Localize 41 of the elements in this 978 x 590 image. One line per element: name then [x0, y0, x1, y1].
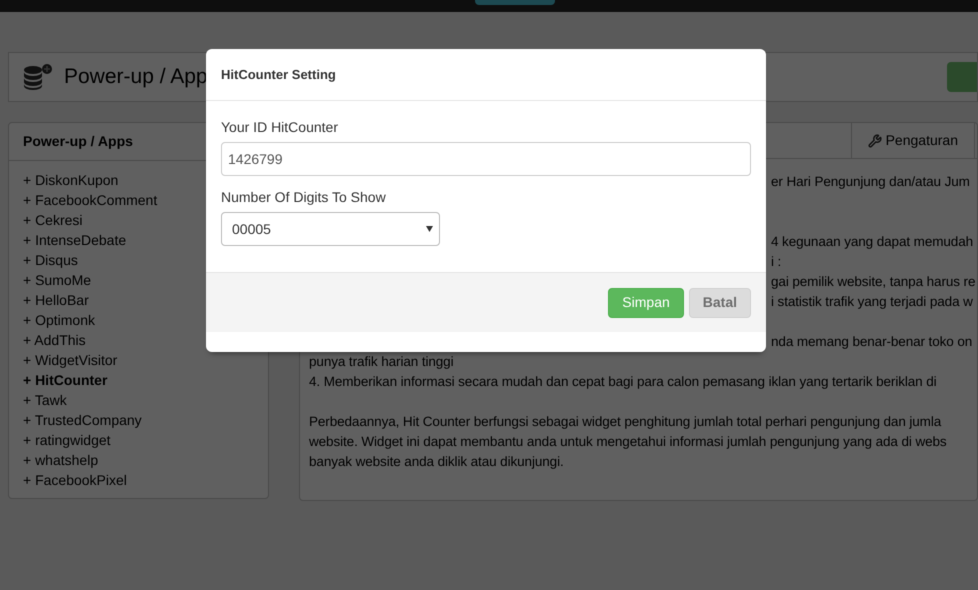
sidebar-title: Power-up / Apps	[23, 132, 133, 151]
settings-tab[interactable]: Pengaturan	[850, 123, 975, 158]
content-text: i statistik trafik yang terjadi pada w	[771, 294, 973, 309]
id-input-field[interactable]: 1426799	[221, 142, 751, 176]
field-label: Number Of Digits To Show	[221, 188, 386, 207]
content-text: website. Widget ini dapat membantu anda untuk mengetahui informasi jumlah pengunjung yang ada di webs	[309, 434, 947, 449]
sidebar-item[interactable]: + whatshelp	[23, 450, 98, 470]
content-text: gai pemilik website, tanpa harus re	[771, 274, 976, 289]
sidebar-item[interactable]: + DiskonKupon	[23, 170, 118, 190]
caret-icon	[426, 226, 433, 232]
sidebar-item[interactable]: + FacebookComment	[23, 190, 158, 210]
save-button[interactable]: Simpan	[608, 288, 684, 318]
content-text: nda memang benar-benar toko on	[771, 334, 972, 349]
sidebar-item[interactable]: + FacebookPixel	[23, 470, 127, 490]
field-label: Your ID HitCounter	[221, 118, 338, 137]
sidebar-item[interactable]: + HelloBar	[23, 290, 89, 310]
page-title: Power-up / App	[64, 64, 208, 90]
dialog-title: HitCounter Setting	[221, 66, 336, 84]
wrench-icon	[868, 134, 882, 148]
sidebar-item[interactable]: + IntenseDebate	[23, 230, 126, 250]
database-add-icon	[23, 64, 53, 90]
sidebar-item[interactable]: + Disqus	[23, 250, 78, 270]
sidebar-item[interactable]: + HitCounter	[23, 370, 108, 390]
sidebar-item[interactable]: + WidgetVisitor	[23, 350, 118, 370]
nav-tab[interactable]	[475, 0, 555, 5]
content-text: punya trafik harian tinggi	[309, 354, 454, 369]
sidebar-item[interactable]: + Cekresi	[23, 210, 83, 230]
content-text: i :	[771, 254, 782, 269]
sidebar-item[interactable]: + Optimonk	[23, 310, 95, 330]
add-button[interactable]	[947, 62, 977, 92]
content-text: banyak website anda diklik atau dikunjungi.	[309, 454, 564, 469]
sidebar-item[interactable]: + Tawk	[23, 390, 67, 410]
content-text: 4. Memberikan informasi secara mudah dan cepat bagi para calon pemasang iklan yang tertarik beriklan di	[309, 374, 937, 389]
content-text: 4 kegunaan yang dapat memudah	[771, 234, 974, 249]
sidebar-item[interactable]: + AddThis	[23, 330, 86, 350]
content-text: er Hari Pengunjung dan/atau Jum	[771, 174, 970, 189]
sidebar-item[interactable]: + TrustedCompany	[23, 410, 142, 430]
content-text: Perbedaannya, Hit Counter berfungsi sebagai widget penghitung jumlah total perhari pengunjung dan jumla	[309, 414, 942, 429]
digits-select[interactable]: 00005	[221, 212, 440, 246]
sidebar-item[interactable]: + SumoMe	[23, 270, 92, 290]
sidebar-item[interactable]: + ratingwidget	[23, 430, 111, 450]
